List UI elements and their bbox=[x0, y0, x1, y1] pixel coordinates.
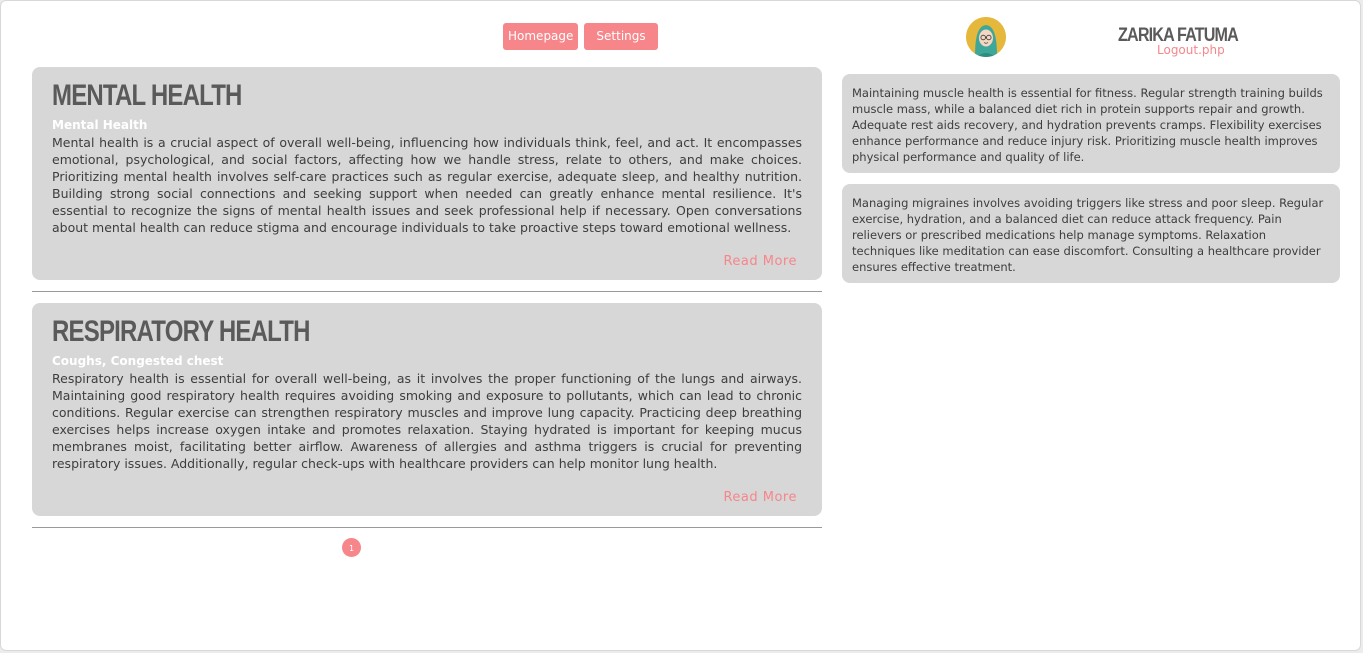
read-more-link[interactable]: Read More bbox=[723, 490, 797, 505]
article-subtitle: Mental Health bbox=[52, 118, 148, 132]
top-nav: Homepage Settings bbox=[503, 23, 658, 50]
article-card: MENTAL HEALTH Mental Health Mental healt… bbox=[32, 67, 822, 280]
article-divider bbox=[32, 291, 822, 292]
article-title: MENTAL HEALTH bbox=[52, 79, 242, 112]
sidebar-tip-card: Managing migraines involves avoiding tri… bbox=[842, 184, 1340, 283]
pagination-page-button[interactable]: 1 bbox=[342, 538, 361, 557]
sidebar-tip-text: Managing migraines involves avoiding tri… bbox=[852, 196, 1324, 274]
article-card: RESPIRATORY HEALTH Coughs, Congested che… bbox=[32, 303, 822, 516]
article-title: RESPIRATORY HEALTH bbox=[52, 315, 310, 348]
page-frame: Homepage Settings ZARIKA FATUMA Logout.p… bbox=[0, 0, 1361, 651]
avatar[interactable] bbox=[966, 17, 1006, 57]
sidebar-tip-card: Maintaining muscle health is essential f… bbox=[842, 74, 1340, 173]
article-body: Mental health is a crucial aspect of ove… bbox=[52, 135, 802, 235]
homepage-button[interactable]: Homepage bbox=[503, 23, 579, 50]
article-subtitle: Coughs, Congested chest bbox=[52, 354, 224, 368]
sidebar-tip-text: Maintaining muscle health is essential f… bbox=[852, 86, 1323, 164]
settings-button[interactable]: Settings bbox=[584, 23, 658, 50]
article-body: Respiratory health is essential for over… bbox=[52, 371, 802, 471]
article-divider bbox=[32, 527, 822, 528]
read-more-link[interactable]: Read More bbox=[723, 254, 797, 269]
logout-link[interactable]: Logout.php bbox=[1157, 43, 1225, 57]
hijab-woman-avatar-icon bbox=[966, 17, 1006, 57]
